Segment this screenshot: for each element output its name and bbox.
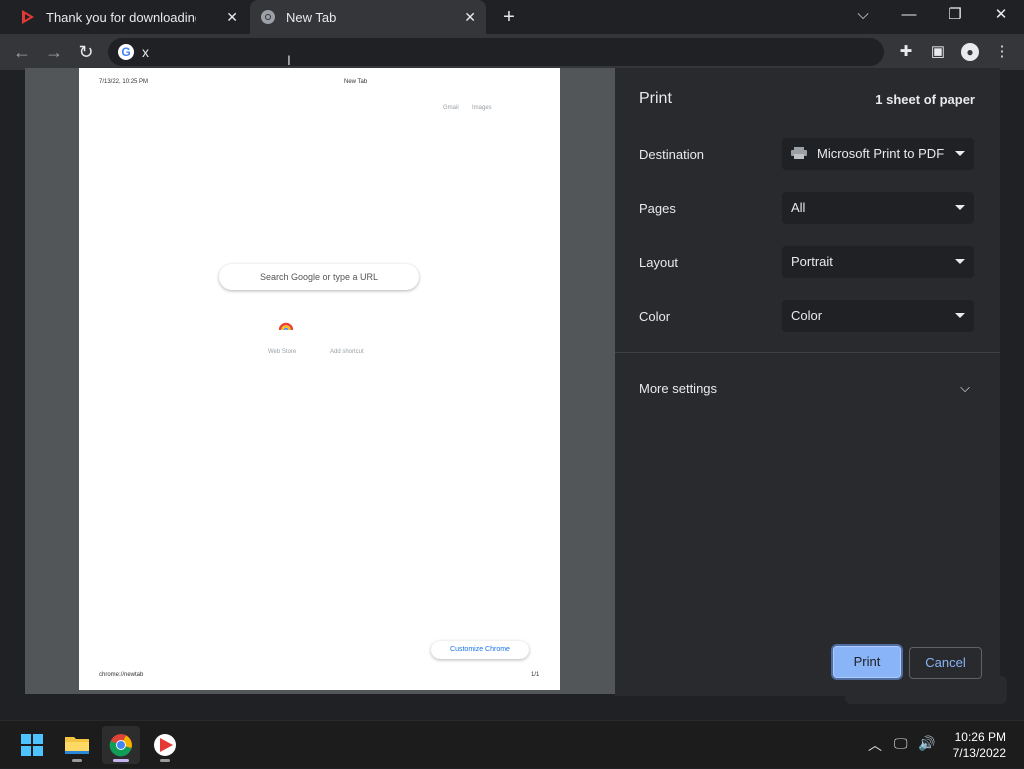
gmail-link: Gmail [443, 105, 459, 111]
viddly-favicon-icon [22, 10, 34, 24]
network-icon[interactable]: 🖵 [894, 735, 908, 752]
sheet-count: 1 sheet of paper [875, 92, 975, 107]
shortcut-web-store: Web Store [268, 349, 297, 355]
preview-search-box: Search Google or type a URL [219, 264, 419, 290]
pages-value: All [791, 200, 806, 215]
windows-taskbar: ︿ 🖵 🔊 10:26 PM 7/13/2022 [0, 720, 1024, 768]
tab-strip: Thank you for downloading Vidd ✕ New Tab… [0, 0, 1024, 34]
dropdown-caret-icon [955, 205, 965, 210]
web-store-icon [279, 322, 293, 331]
restore-icon[interactable]: ❐ [932, 0, 978, 34]
customize-chrome-button: Customize Chrome [431, 641, 529, 659]
viddly-taskbar-button[interactable] [146, 726, 184, 764]
window-close-icon[interactable]: ✕ [978, 0, 1024, 34]
file-explorer-button[interactable] [58, 726, 96, 764]
extensions-icon[interactable]: ✚ [892, 38, 920, 66]
minimize-icon[interactable]: — [886, 0, 932, 34]
printer-icon [791, 147, 807, 159]
more-settings-toggle[interactable]: More settings [639, 381, 717, 396]
google-icon: G [118, 44, 134, 60]
tab-viddly[interactable]: Thank you for downloading Vidd ✕ [8, 0, 248, 34]
destination-select[interactable]: Microsoft Print to PDF [782, 138, 974, 170]
color-select[interactable]: Color [782, 300, 974, 332]
side-panel-icon[interactable]: ▣ [924, 38, 952, 66]
destination-label: Destination [639, 147, 705, 162]
close-tab-icon[interactable]: ✕ [464, 9, 476, 26]
profile-icon[interactable]: ● [956, 38, 984, 66]
dropdown-caret-icon [955, 313, 965, 318]
layout-value: Portrait [791, 254, 833, 269]
system-clock[interactable]: 10:26 PM 7/13/2022 [953, 729, 1006, 761]
tab-new-tab[interactable]: New Tab ✕ [250, 0, 486, 34]
reload-icon[interactable]: ↻ [72, 38, 100, 66]
shortcut-add: Add shortcut [330, 349, 364, 355]
address-bar[interactable]: G x [108, 38, 884, 66]
header-title: New Tab [344, 79, 368, 85]
print-title: Print [639, 90, 672, 107]
text-cursor-icon: I [287, 52, 291, 68]
running-indicator [160, 759, 170, 762]
close-tab-icon[interactable]: ✕ [226, 9, 238, 26]
chrome-favicon-icon [261, 10, 275, 24]
color-label: Color [639, 309, 671, 324]
pages-label: Pages [639, 201, 676, 216]
preview-page: 7/13/22, 10:25 PM New Tab Gmail Images S… [79, 68, 560, 690]
color-value: Color [791, 308, 823, 323]
browser-toolbar: ← → ↻ G x ✚ ▣ ● ⋮ [0, 34, 1024, 70]
images-link: Images [472, 105, 492, 111]
header-date: 7/13/22, 10:25 PM [99, 79, 149, 85]
layout-select[interactable]: Portrait [782, 246, 974, 278]
back-icon[interactable]: ← [8, 38, 36, 66]
new-tab-button[interactable]: + [498, 6, 520, 28]
forward-icon[interactable]: → [40, 38, 68, 66]
footer-page-number: 1/1 [531, 672, 540, 678]
destination-value: Microsoft Print to PDF [817, 146, 945, 161]
show-hidden-icons-icon[interactable]: ︿ [868, 735, 882, 755]
start-button[interactable] [13, 726, 51, 764]
active-indicator [113, 759, 129, 762]
tab-search-icon[interactable]: ⌵ [840, 0, 886, 34]
print-preview-area: 7/13/22, 10:25 PM New Tab Gmail Images S… [25, 68, 615, 694]
pages-select[interactable]: All [782, 192, 974, 224]
print-button[interactable]: Print [833, 646, 901, 678]
chevron-down-icon[interactable]: ⌵ [960, 380, 970, 396]
tab-title: New Tab [286, 9, 337, 25]
print-settings-panel: Print 1 sheet of paper Destination Micro… [615, 68, 1000, 696]
divider [615, 352, 1000, 353]
windows-logo-icon [21, 734, 43, 756]
clock-time: 10:26 PM [954, 730, 1006, 744]
address-text[interactable]: x [142, 44, 149, 60]
layout-label: Layout [639, 255, 679, 270]
tab-title: Thank you for downloading Vidd [46, 9, 196, 25]
dropdown-caret-icon [955, 151, 965, 156]
volume-icon[interactable]: 🔊 [918, 735, 935, 752]
menu-icon[interactable]: ⋮ [988, 38, 1016, 66]
clock-date: 7/13/2022 [952, 746, 1006, 760]
footer-url: chrome://newtab [99, 672, 144, 678]
chrome-taskbar-button[interactable] [102, 726, 140, 764]
running-indicator [72, 759, 82, 762]
cancel-button[interactable]: Cancel [909, 647, 982, 679]
dropdown-caret-icon [955, 259, 965, 264]
